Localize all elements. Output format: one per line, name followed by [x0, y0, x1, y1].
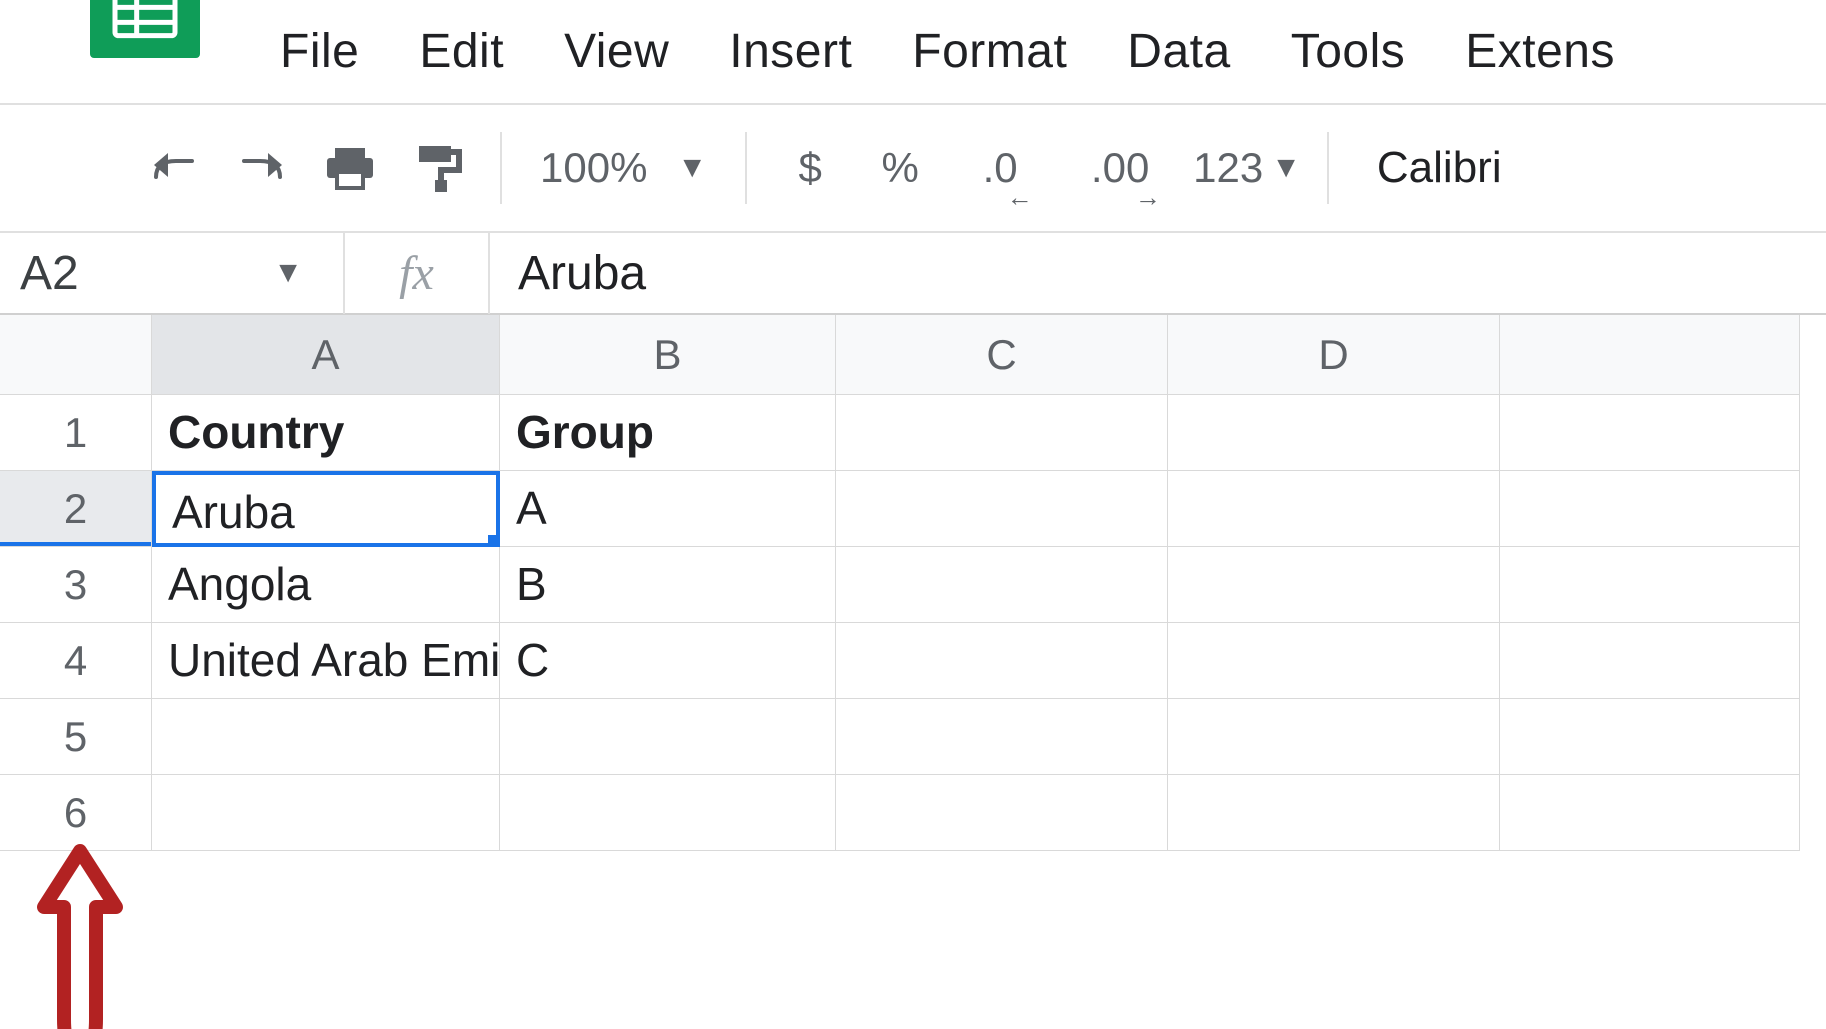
cell-A6[interactable] — [152, 775, 500, 851]
format-percent-button[interactable]: % — [855, 133, 945, 203]
cell-B4[interactable]: C — [500, 623, 836, 699]
cell-A1[interactable]: Country — [152, 395, 500, 471]
sheets-icon — [110, 0, 180, 39]
menu-file[interactable]: File — [280, 24, 359, 79]
toolbar: 100% ▼ $ % .0← .00→ 123 ▼ Calibri — [0, 105, 1826, 233]
cell-D1[interactable] — [1168, 395, 1500, 471]
cell-A3[interactable]: Angola — [152, 547, 500, 623]
cell-C5[interactable] — [836, 699, 1168, 775]
number-format-dropdown[interactable]: 123 ▼ — [1185, 144, 1309, 192]
fill-handle[interactable] — [488, 535, 500, 547]
grid-row — [152, 699, 1800, 775]
undo-button[interactable] — [130, 133, 218, 203]
col-header-D[interactable]: D — [1168, 315, 1500, 395]
col-header-B[interactable]: B — [500, 315, 836, 395]
cell-D5[interactable] — [1168, 699, 1500, 775]
format-currency-button[interactable]: $ — [765, 133, 855, 203]
cell-E1[interactable] — [1500, 395, 1800, 471]
grid-row — [152, 775, 1800, 851]
menu-bar: File Edit View Insert Format Data Tools … — [0, 0, 1826, 105]
cell-C3[interactable] — [836, 547, 1168, 623]
cell-E5[interactable] — [1500, 699, 1800, 775]
grid-row: United Arab Emir C — [152, 623, 1800, 699]
chevron-down-icon: ▼ — [677, 151, 707, 185]
cell-B3[interactable]: B — [500, 547, 836, 623]
col-header-E[interactable] — [1500, 315, 1800, 395]
decrease-decimal-button[interactable]: .0← — [945, 133, 1055, 203]
formula-bar-row: A2 ▼ fx Aruba — [0, 233, 1826, 315]
row-header-5[interactable]: 5 — [0, 699, 152, 775]
row-header-3[interactable]: 3 — [0, 547, 152, 623]
cell-C6[interactable] — [836, 775, 1168, 851]
col-header-C[interactable]: C — [836, 315, 1168, 395]
increase-decimal-button[interactable]: .00→ — [1055, 133, 1185, 203]
chevron-down-icon: ▼ — [1271, 151, 1301, 185]
cell-E4[interactable] — [1500, 623, 1800, 699]
print-icon — [323, 144, 377, 192]
menu-tools[interactable]: Tools — [1291, 24, 1406, 79]
cell-D4[interactable] — [1168, 623, 1500, 699]
cell-E6[interactable] — [1500, 775, 1800, 851]
col-header-A[interactable]: A — [152, 315, 500, 395]
spreadsheet-grid: 1 2 3 4 5 6 A B C D Country Group — [0, 315, 1826, 1029]
cell-A2[interactable]: Aruba — [152, 471, 500, 547]
cell-B6[interactable] — [500, 775, 836, 851]
annotation-arrow-up — [30, 839, 130, 1029]
cell-C2[interactable] — [836, 471, 1168, 547]
cell-C1[interactable] — [836, 395, 1168, 471]
toolbar-separator — [500, 132, 502, 204]
redo-icon — [234, 147, 290, 189]
cell-B1[interactable]: Group — [500, 395, 836, 471]
cell-E3[interactable] — [1500, 547, 1800, 623]
undo-icon — [146, 147, 202, 189]
paint-format-icon — [413, 142, 463, 194]
column-headers: A B C D — [152, 315, 1800, 395]
menu-view[interactable]: View — [564, 24, 669, 79]
cell-B2[interactable]: A — [500, 471, 836, 547]
redo-button[interactable] — [218, 133, 306, 203]
chevron-down-icon: ▼ — [273, 256, 303, 290]
select-all-corner[interactable] — [0, 315, 152, 395]
zoom-value: 100% — [540, 144, 647, 192]
row-header-1[interactable]: 1 — [0, 395, 152, 471]
menu-extensions[interactable]: Extens — [1465, 24, 1615, 79]
cell-D2[interactable] — [1168, 471, 1500, 547]
fx-icon: fx — [345, 232, 490, 314]
menu-edit[interactable]: Edit — [419, 24, 504, 79]
toolbar-separator — [1327, 132, 1329, 204]
toolbar-separator — [745, 132, 747, 204]
menu-format[interactable]: Format — [912, 24, 1067, 79]
cell-D3[interactable] — [1168, 547, 1500, 623]
zoom-dropdown[interactable]: 100% ▼ — [520, 144, 727, 192]
cell-B5[interactable] — [500, 699, 836, 775]
cell-A5[interactable] — [152, 699, 500, 775]
paint-format-button[interactable] — [394, 133, 482, 203]
sheets-logo[interactable] — [90, 0, 200, 58]
cell-A4[interactable]: United Arab Emir — [152, 623, 500, 699]
menu-data[interactable]: Data — [1127, 24, 1230, 79]
print-button[interactable] — [306, 133, 394, 203]
menu-insert[interactable]: Insert — [729, 24, 852, 79]
grid-row: Country Group — [152, 395, 1800, 471]
name-box[interactable]: A2 ▼ — [0, 232, 345, 314]
grid-row: Angola B — [152, 547, 1800, 623]
font-family-dropdown[interactable]: Calibri — [1347, 143, 1532, 193]
grid-row: Aruba A — [152, 471, 1800, 547]
cell-C4[interactable] — [836, 623, 1168, 699]
cell-E2[interactable] — [1500, 471, 1800, 547]
name-box-value: A2 — [20, 246, 79, 301]
row-header-2[interactable]: 2 — [0, 471, 152, 547]
row-header-4[interactable]: 4 — [0, 623, 152, 699]
formula-input[interactable]: Aruba — [490, 246, 1826, 301]
cell-D6[interactable] — [1168, 775, 1500, 851]
